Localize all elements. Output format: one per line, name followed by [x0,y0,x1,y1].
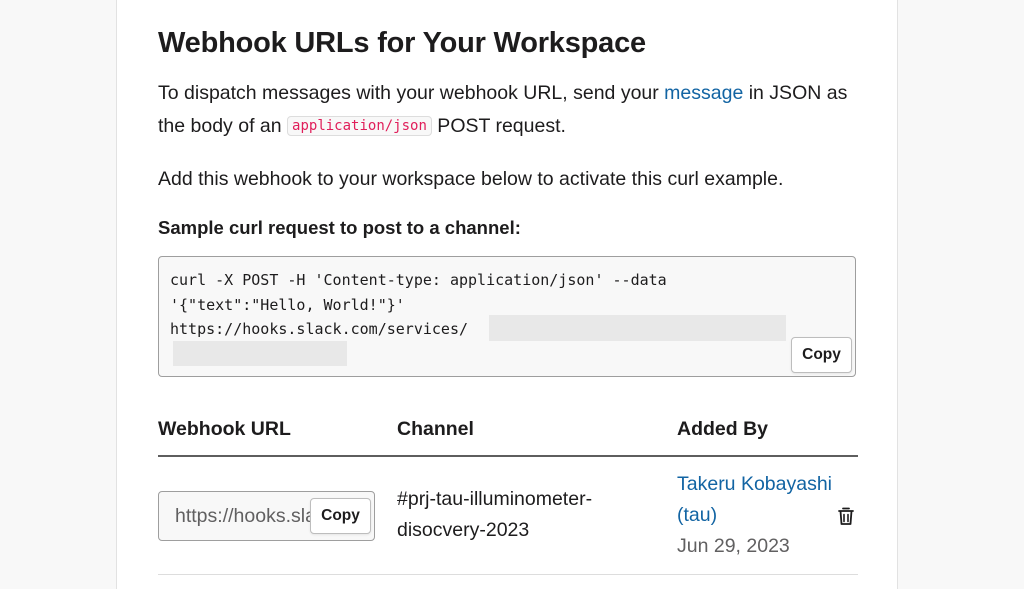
table-row: Copy #prj-tau-illuminometer-disocvery-20… [158,457,858,575]
column-header-webhook-url: Webhook URL [158,418,291,440]
trash-icon[interactable] [835,505,857,527]
channel-name: #prj-tau-illuminometer-disocvery-2023 [397,488,593,541]
copy-webhook-url-button[interactable]: Copy [310,498,371,534]
webhook-url-field: Copy [158,491,375,541]
redacted-url-segment-continued [173,341,347,366]
curl-code-block: curl -X POST -H 'Content-type: applicati… [158,256,856,377]
page-title: Webhook URLs for Your Workspace [158,27,646,59]
intro-text-part3: POST request. [431,115,566,137]
column-header-added-by: Added By [677,418,769,440]
intro-text-part1: To dispatch messages with your webhook U… [158,82,665,104]
sample-curl-label: Sample curl request to post to a channel… [158,217,521,238]
message-link[interactable]: message [664,82,743,104]
webhook-table-header: Webhook URL Channel Added By [158,414,858,457]
copy-curl-button[interactable]: Copy [791,337,852,373]
added-by-user-link[interactable]: Takeru Kobayashi (tau) [677,473,832,526]
intro-text: To dispatch messages with your webhook U… [158,77,858,145]
added-date: Jun 29, 2023 [677,535,790,557]
content-type-code: application/json [287,116,432,136]
webhook-url-input[interactable] [159,492,311,540]
added-by-cell: Takeru Kobayashi (tau) Jun 29, 2023 [677,469,837,562]
webhook-card: Webhook URLs for Your Workspace To dispa… [116,0,898,589]
redacted-url-segment [489,315,786,341]
add-webhook-note: Add this webhook to your workspace below… [158,168,784,190]
column-header-channel: Channel [397,418,474,440]
